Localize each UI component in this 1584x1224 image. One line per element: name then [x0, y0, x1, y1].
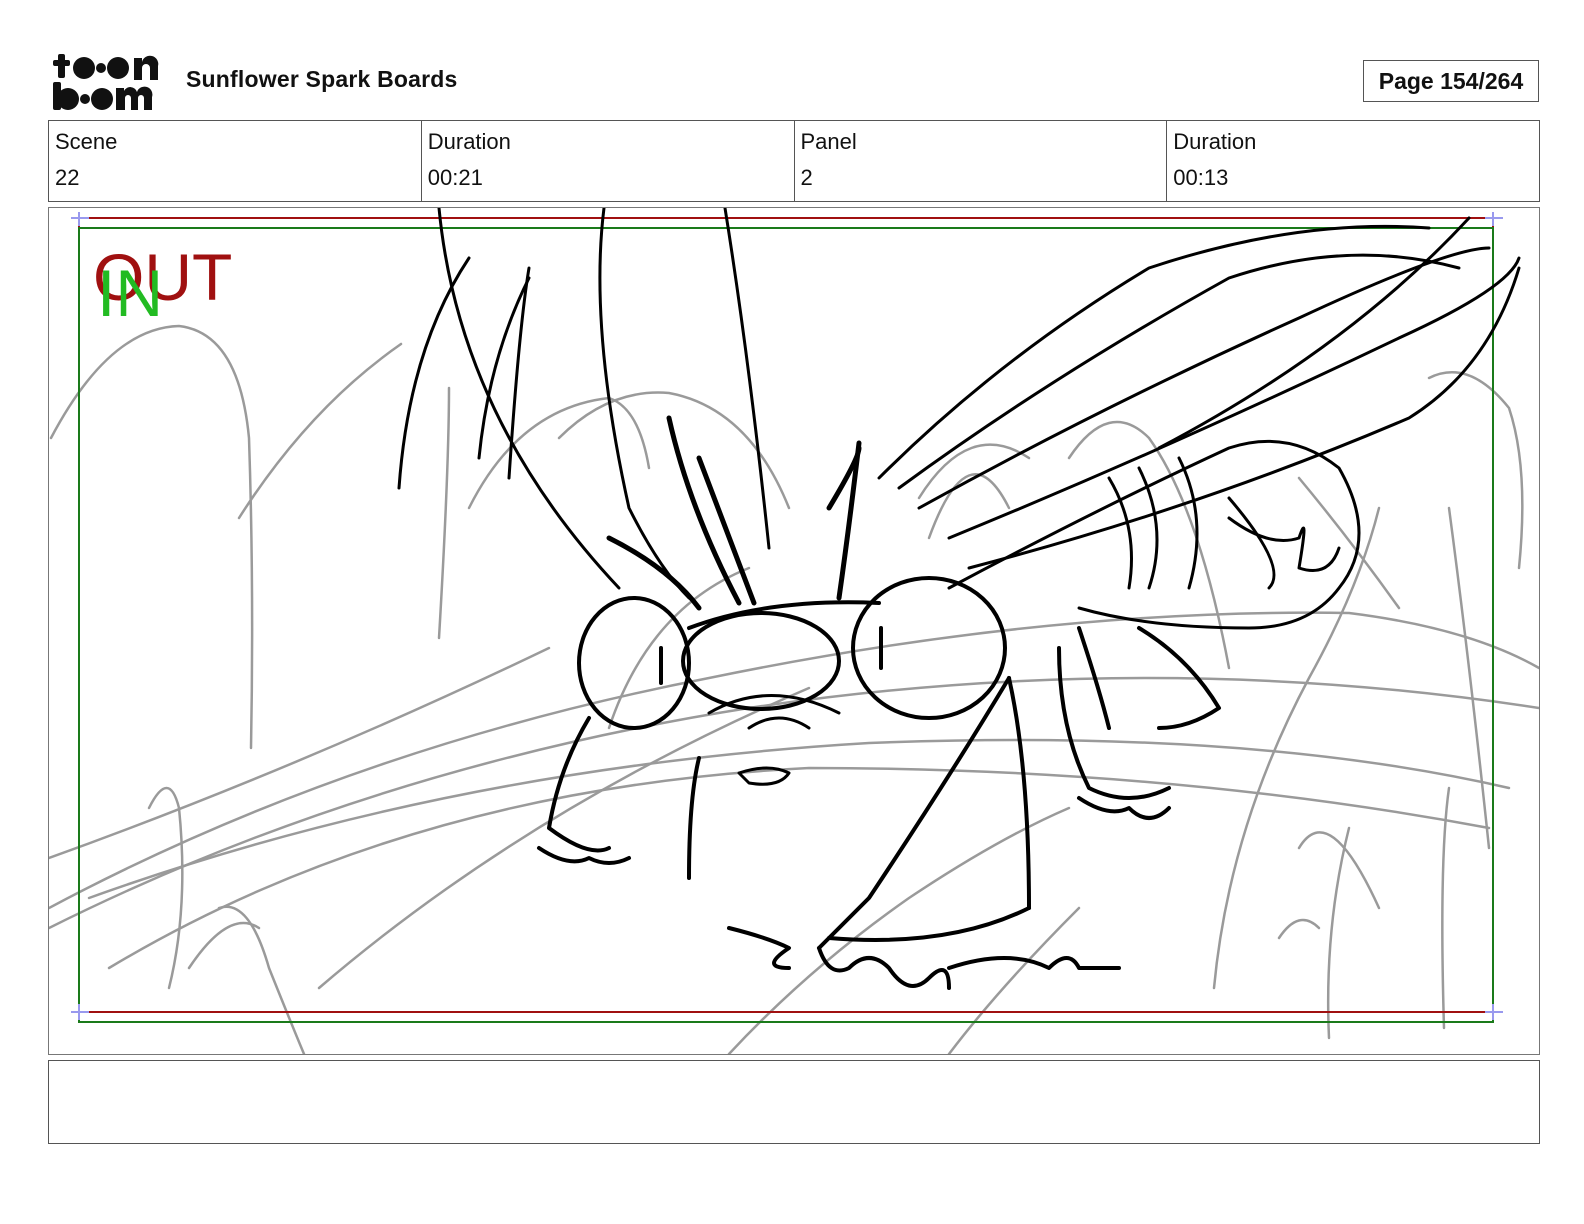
scene-duration-cell: Duration 00:21 [420, 121, 794, 201]
scene-cell: Scene 22 [49, 121, 421, 201]
scene-duration-label: Duration [427, 129, 511, 154]
panel-sketch [49, 208, 1539, 1054]
panel-info-table: Scene 22 Duration 00:21 Panel 2 Duration… [48, 120, 1540, 202]
scene-label: Scene [55, 129, 118, 154]
background-sketch [49, 324, 1539, 1054]
panel-value: 2 [800, 165, 813, 190]
scene-value: 22 [55, 165, 80, 190]
project-title: Sunflower Spark Boards [186, 66, 458, 92]
panel-duration-cell: Duration 00:13 [1166, 121, 1539, 201]
toon-boom-logo [53, 54, 159, 110]
page-number-badge: Page 154/264 [1363, 60, 1539, 102]
dialogue-notes-box[interactable] [48, 1060, 1540, 1144]
character-sketch [397, 208, 1521, 990]
panel-label: Panel [800, 129, 857, 154]
scene-duration-value: 00:21 [427, 165, 483, 190]
panel-duration-label: Duration [1173, 129, 1257, 154]
panel-cell: Panel 2 [793, 121, 1167, 201]
storyboard-panel: OUT IN [48, 207, 1540, 1055]
in-safe-label: IN [97, 256, 163, 330]
panel-duration-value: 00:13 [1173, 165, 1229, 190]
